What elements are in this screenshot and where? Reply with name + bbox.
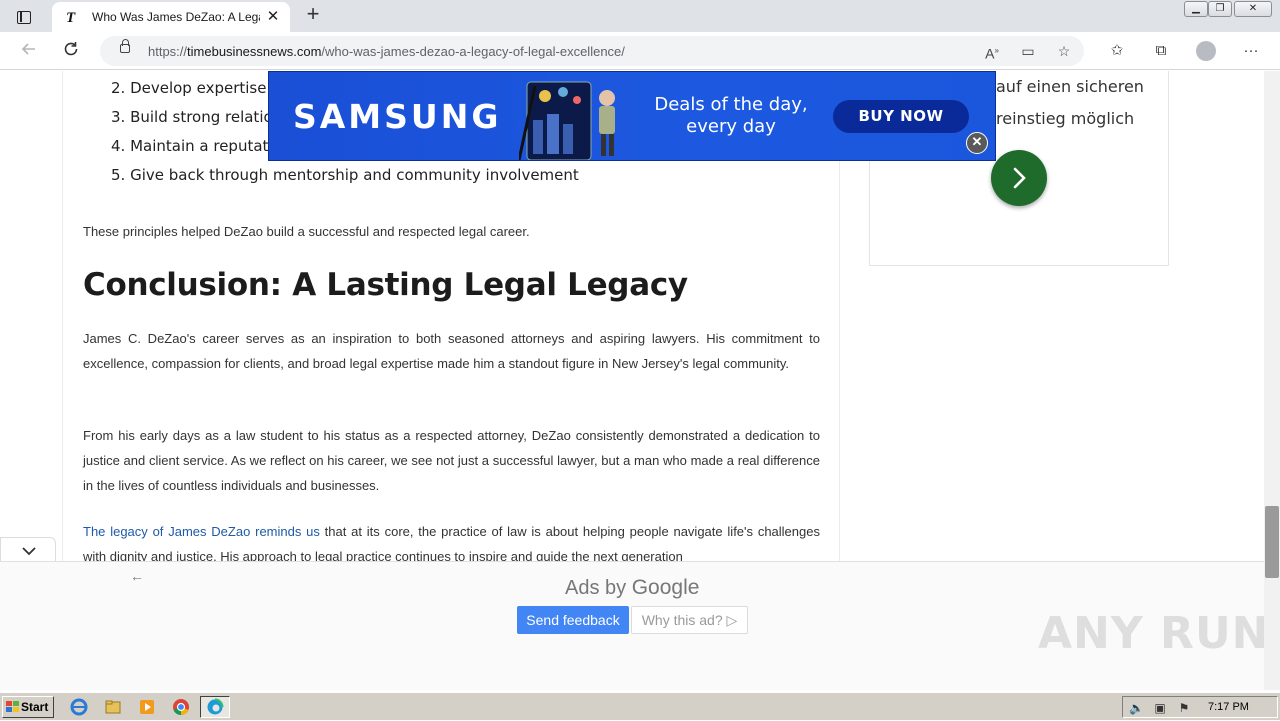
legacy-link[interactable]: The legacy of James DeZao reminds us [83, 524, 320, 539]
sidebar-line: reinstieg möglich [996, 109, 1135, 128]
close-ad-icon[interactable]: ✕ [966, 132, 988, 154]
favorites-icon[interactable]: ✩ [1106, 40, 1128, 62]
chevron-down-icon [22, 547, 36, 556]
immersive-reader-icon[interactable]: ▭ [1018, 42, 1038, 60]
back-button[interactable] [18, 40, 40, 62]
add-favorite-icon[interactable]: ☆ [1054, 42, 1074, 60]
tab-close-icon[interactable]: ✕ [264, 8, 282, 26]
samsung-logo: SAMSUNG [293, 97, 502, 136]
back-arrow-icon [21, 43, 35, 55]
minimize-window-button[interactable]: ▁ [1184, 1, 1208, 17]
tab-actions-icon[interactable] [8, 6, 40, 28]
maximize-window-button[interactable]: ❐ [1208, 1, 1232, 17]
new-tab-button[interactable]: + [302, 3, 324, 26]
start-label: Start [21, 700, 49, 714]
edge-taskbar-button[interactable] [200, 696, 230, 718]
ads-by-google-label: Ads by Google [565, 576, 699, 600]
scrollbar-thumb[interactable] [1265, 506, 1279, 578]
browser-tab[interactable]: T Who Was James DeZao: A Lega ✕ [52, 2, 290, 32]
google-wordmark: Google [631, 576, 700, 599]
page-scrollbar[interactable] [1264, 71, 1280, 690]
close-window-button[interactable]: ✕ [1234, 1, 1272, 17]
address-toolbar: https://timebusinessnews.com/who-was-jam… [0, 32, 1280, 70]
ad-tagline-line: every day [686, 116, 776, 137]
edge-icon [207, 698, 224, 715]
ads-by-text: Ads by [565, 577, 632, 599]
section-heading: Conclusion: A Lasting Legal Legacy [83, 267, 688, 303]
article-paragraph: From his early days as a law student to … [83, 428, 820, 493]
windows-taskbar: Start 🔈 ▣ ⚑ 7:17 PM [0, 692, 1280, 720]
url-text[interactable]: https://timebusinessnews.com/who-was-jam… [148, 44, 625, 59]
buy-now-button[interactable]: BUY NOW [833, 100, 969, 133]
volume-icon[interactable]: 🔈 [1129, 701, 1144, 715]
windows-logo-icon [6, 701, 19, 713]
site-favicon-icon: T [66, 10, 76, 26]
ad-tagline: Deals of the day, every day [641, 94, 821, 138]
taskbar-clock: 7:17 PM [1208, 701, 1249, 713]
list-item: 5. Give back through mentorship and comm… [111, 166, 579, 184]
send-feedback-button[interactable]: Send feedback [517, 606, 629, 634]
file-explorer-icon[interactable] [104, 698, 122, 716]
start-button[interactable]: Start [2, 696, 54, 718]
network-icon[interactable]: ▣ [1153, 701, 1167, 715]
browser-tab-bar: T Who Was James DeZao: A Lega ✕ + ▁ ❐ ✕ [0, 0, 1280, 32]
reload-button[interactable] [60, 40, 82, 62]
samsung-banner-ad[interactable]: SAMSUNG Deals of the day, every day BUY … [268, 71, 996, 161]
collapse-ad-button[interactable] [0, 537, 56, 563]
page-viewport: 2. Develop expertise in 3. Build strong … [0, 71, 1264, 690]
article-paragraph: James C. DeZao's career serves as an ins… [83, 331, 820, 371]
sidebar-line: auf einen sicheren [996, 77, 1144, 96]
system-tray: 🔈 ▣ ⚑ [1122, 696, 1278, 718]
why-this-ad-button[interactable]: Why this ad? ▷ [631, 606, 748, 634]
internet-explorer-icon[interactable] [70, 698, 88, 716]
ad-tagline-line: Deals of the day, [654, 94, 808, 115]
url-bar[interactable]: https://timebusinessnews.com/who-was-jam… [100, 36, 1084, 66]
action-center-flag-icon[interactable]: ⚑ [1177, 701, 1191, 715]
tab-title: Who Was James DeZao: A Lega [92, 10, 260, 24]
more-menu-icon[interactable]: ··· [1240, 40, 1262, 62]
profile-avatar[interactable] [1196, 41, 1216, 61]
phone-promo-image [519, 81, 615, 160]
reload-icon [64, 42, 78, 56]
next-slide-button[interactable] [991, 150, 1047, 206]
collections-icon[interactable]: ⧉ [1150, 40, 1172, 62]
read-aloud-icon[interactable]: A» [982, 42, 1002, 62]
chrome-icon[interactable] [172, 698, 190, 716]
media-player-icon[interactable] [138, 698, 156, 716]
sidebar-text: auf einen sicheren reinstieg möglich [996, 71, 1144, 135]
summary-paragraph: These principles helped DeZao build a su… [83, 224, 530, 239]
chevron-right-icon [1013, 167, 1026, 189]
lock-icon[interactable] [120, 39, 130, 53]
ad-back-arrow-icon[interactable]: ← [130, 568, 144, 584]
anyrun-watermark: ANY RUN [1038, 608, 1270, 659]
